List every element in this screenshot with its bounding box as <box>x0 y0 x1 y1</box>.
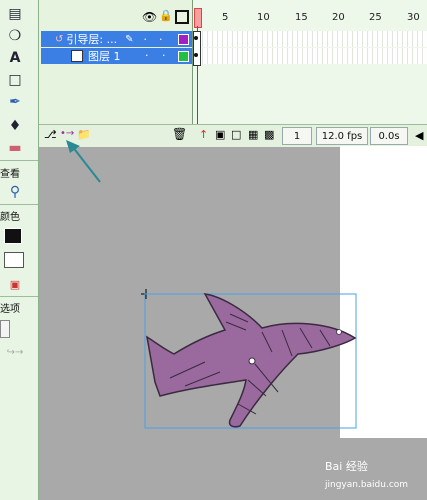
transform-center-point[interactable] <box>248 357 256 365</box>
watermark-url: jingyan.baidu.com <box>325 480 409 490</box>
watermark-logo: Bai 经验 <box>325 460 368 473</box>
stage-overlay <box>66 140 357 429</box>
bird-shape[interactable] <box>145 293 357 428</box>
annotation-arrow <box>66 140 101 183</box>
bird-eye <box>336 329 342 335</box>
